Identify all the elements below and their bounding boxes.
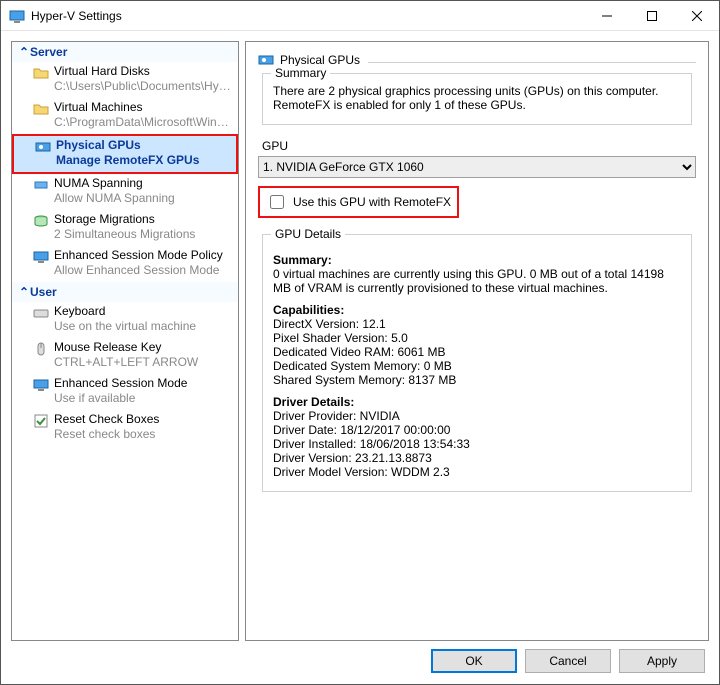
capability-line: Dedicated System Memory: 0 MB [273, 359, 681, 373]
nav-item-sublabel: Use on the virtual machine [54, 319, 234, 334]
nav-item-label: Storage Migrations [54, 212, 234, 227]
dialog-buttons: OK Cancel Apply [1, 641, 719, 683]
driver-line: Driver Version: 23.21.13.8873 [273, 451, 681, 465]
storage-icon [33, 213, 49, 229]
nav-item-numa-spanning[interactable]: NUMA Spanning Allow NUMA Spanning [12, 174, 238, 210]
nav-item-physical-gpus[interactable]: Physical GPUs Manage RemoteFX GPUs [14, 136, 236, 172]
nav-item-sublabel: C:\ProgramData\Microsoft\Windo… [54, 115, 234, 130]
driver-line: Driver Model Version: WDDM 2.3 [273, 465, 681, 479]
details-summary-text: 0 virtual machines are currently using t… [273, 267, 681, 295]
window-title: Hyper-V Settings [31, 9, 584, 23]
nav-item-sublabel: CTRL+ALT+LEFT ARROW [54, 355, 234, 370]
capability-line: DirectX Version: 12.1 [273, 317, 681, 331]
app-icon [9, 8, 25, 24]
nav-item-virtual-machines[interactable]: Virtual Machines C:\ProgramData\Microsof… [12, 98, 238, 134]
highlight-box: Use this GPU with RemoteFX [258, 186, 459, 218]
nav-item-sublabel: Allow NUMA Spanning [54, 191, 234, 206]
section-header-user[interactable]: ⌃ User [12, 282, 238, 302]
nav-item-enhanced-session-policy[interactable]: Enhanced Session Mode Policy Allow Enhan… [12, 246, 238, 282]
maximize-button[interactable] [629, 1, 674, 31]
gpu-label: GPU [262, 139, 696, 153]
minimize-button[interactable] [584, 1, 629, 31]
highlight-box: Physical GPUs Manage RemoteFX GPUs [12, 134, 238, 174]
details-panel: Physical GPUs Summary There are 2 physic… [245, 41, 709, 641]
close-button[interactable] [674, 1, 719, 31]
apply-button[interactable]: Apply [619, 649, 705, 673]
monitor-icon [33, 249, 49, 265]
use-gpu-remotefx-checkbox[interactable] [270, 195, 284, 209]
driver-line: Driver Provider: NVIDIA [273, 409, 681, 423]
nav-item-sublabel: 2 Simultaneous Migrations [54, 227, 234, 242]
gpu-select[interactable]: 1. NVIDIA GeForce GTX 1060 [258, 156, 696, 178]
capability-line: Shared System Memory: 8137 MB [273, 373, 681, 387]
divider [368, 62, 696, 63]
monitor-icon [33, 377, 49, 393]
summary-group: Summary There are 2 physical graphics pr… [262, 73, 692, 125]
nav-item-label: Reset Check Boxes [54, 412, 234, 427]
nav-item-label: Keyboard [54, 304, 234, 319]
chevron-up-icon: ⌃ [18, 45, 30, 59]
chevron-up-icon: ⌃ [18, 285, 30, 299]
ok-button[interactable]: OK [431, 649, 517, 673]
nav-item-reset-check-boxes[interactable]: Reset Check Boxes Reset check boxes [12, 410, 238, 446]
nav-item-sublabel: Reset check boxes [54, 427, 234, 442]
nav-item-enhanced-session-mode[interactable]: Enhanced Session Mode Use if available [12, 374, 238, 410]
gpu-icon [35, 139, 51, 155]
nav-item-sublabel: Use if available [54, 391, 234, 406]
nav-item-label: Physical GPUs [56, 138, 232, 153]
nav-item-label: Virtual Hard Disks [54, 64, 234, 79]
page-title: Physical GPUs [280, 53, 360, 67]
section-label: Server [30, 45, 67, 59]
nav-item-sublabel: Manage RemoteFX GPUs [56, 153, 232, 168]
gpu-details-group: GPU Details Summary: 0 virtual machines … [262, 234, 692, 492]
driver-line: Driver Date: 18/12/2017 00:00:00 [273, 423, 681, 437]
nav-item-label: Mouse Release Key [54, 340, 234, 355]
summary-text: There are 2 physical graphics processing… [273, 84, 681, 112]
section-header-server[interactable]: ⌃ Server [12, 42, 238, 62]
section-label: User [30, 285, 57, 299]
folder-icon [33, 101, 49, 117]
titlebar: Hyper-V Settings [1, 1, 719, 31]
nav-item-label: Enhanced Session Mode [54, 376, 234, 391]
details-summary-head: Summary: [273, 253, 681, 267]
checkbox-label: Use this GPU with RemoteFX [293, 195, 451, 209]
nav-item-storage-migrations[interactable]: Storage Migrations 2 Simultaneous Migrat… [12, 210, 238, 246]
nav-item-sublabel: C:\Users\Public\Documents\Hyper-… [54, 79, 234, 94]
nav-item-label: Virtual Machines [54, 100, 234, 115]
nav-item-label: NUMA Spanning [54, 176, 234, 191]
driver-line: Driver Installed: 18/06/2018 13:54:33 [273, 437, 681, 451]
details-capabilities-head: Capabilities: [273, 303, 681, 317]
numa-icon [33, 177, 49, 193]
nav-item-sublabel: Allow Enhanced Session Mode [54, 263, 234, 278]
cancel-button[interactable]: Cancel [525, 649, 611, 673]
nav-item-keyboard[interactable]: Keyboard Use on the virtual machine [12, 302, 238, 338]
checkbox-icon [33, 413, 49, 429]
nav-item-virtual-hard-disks[interactable]: Virtual Hard Disks C:\Users\Public\Docum… [12, 62, 238, 98]
group-label: Summary [271, 66, 330, 80]
capability-line: Pixel Shader Version: 5.0 [273, 331, 681, 345]
capability-line: Dedicated Video RAM: 6061 MB [273, 345, 681, 359]
mouse-icon [33, 341, 49, 357]
details-driver-head: Driver Details: [273, 395, 681, 409]
group-label: GPU Details [271, 227, 345, 241]
folder-icon [33, 65, 49, 81]
nav-item-mouse-release-key[interactable]: Mouse Release Key CTRL+ALT+LEFT ARROW [12, 338, 238, 374]
nav-item-label: Enhanced Session Mode Policy [54, 248, 234, 263]
keyboard-icon [33, 305, 49, 321]
nav-panel: ⌃ Server Virtual Hard Disks C:\Users\Pub… [11, 41, 239, 641]
